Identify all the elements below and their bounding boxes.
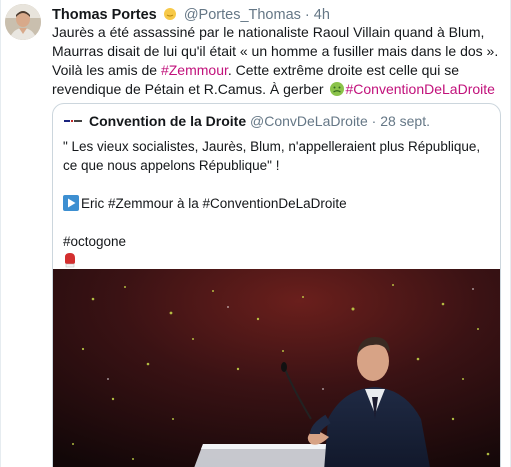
quoted-line-4	[63, 251, 493, 270]
quoted-tweet-text: " Les vieux socialistes, Jaurès, Blum, n…	[63, 137, 493, 270]
quoted-author-name[interactable]: Convention de la Droite	[89, 113, 246, 129]
tweet-text: Jaurès a été assassiné par le nationalis…	[52, 23, 502, 99]
quoted-blank-line-1	[63, 175, 493, 194]
play-button-emoji-icon	[63, 195, 79, 211]
quoted-hashtag-convention[interactable]: #ConventionDeLaDroite	[203, 196, 347, 211]
author-handle[interactable]: @Portes_Thomas	[184, 7, 301, 23]
separator-dot: ·	[304, 7, 310, 23]
author-avatar[interactable]	[5, 4, 41, 40]
nauseated-face-emoji-icon	[329, 81, 345, 97]
quoted-line-2-text: Eric	[81, 196, 108, 211]
tweet-header: Thomas Portes @Portes_Thomas · 4h	[52, 6, 330, 23]
quoted-author-avatar-icon[interactable]	[63, 114, 83, 128]
author-name[interactable]: Thomas Portes	[52, 7, 157, 23]
quoted-line-2-mid: à la	[173, 196, 203, 211]
boxing-glove-emoji-icon	[63, 252, 77, 268]
quoted-media-image[interactable]	[53, 269, 500, 467]
quoted-author-handle[interactable]: @ConvDeLaDroite	[250, 113, 368, 129]
hashtag-zemmour-link[interactable]: #Zemmour	[161, 62, 228, 78]
quoted-separator-dot: ·	[371, 113, 377, 129]
quoted-tweet[interactable]: Convention de la Droite @ConvDeLaDroite …	[52, 103, 501, 467]
quoted-date[interactable]: 28 sept.	[380, 113, 430, 129]
quoted-blank-line-2	[63, 213, 493, 232]
quoted-hashtag-octogone[interactable]: #octogone	[63, 232, 493, 251]
sun-emoji-icon	[162, 6, 178, 22]
quoted-hashtag-zemmour[interactable]: #Zemmour	[108, 196, 173, 211]
quoted-line-1: " Les vieux socialistes, Jaurès, Blum, n…	[63, 139, 481, 173]
quoted-line-2: Eric #Zemmour à la #ConventionDeLaDroite	[63, 194, 493, 213]
hashtag-convention-link[interactable]: #ConventionDeLaDroite	[346, 81, 495, 97]
quoted-tweet-header: Convention de la Droite @ConvDeLaDroite …	[63, 113, 430, 130]
tweet[interactable]: Thomas Portes @Portes_Thomas · 4h Jaurès…	[0, 0, 511, 467]
tweet-time[interactable]: 4h	[314, 7, 330, 23]
